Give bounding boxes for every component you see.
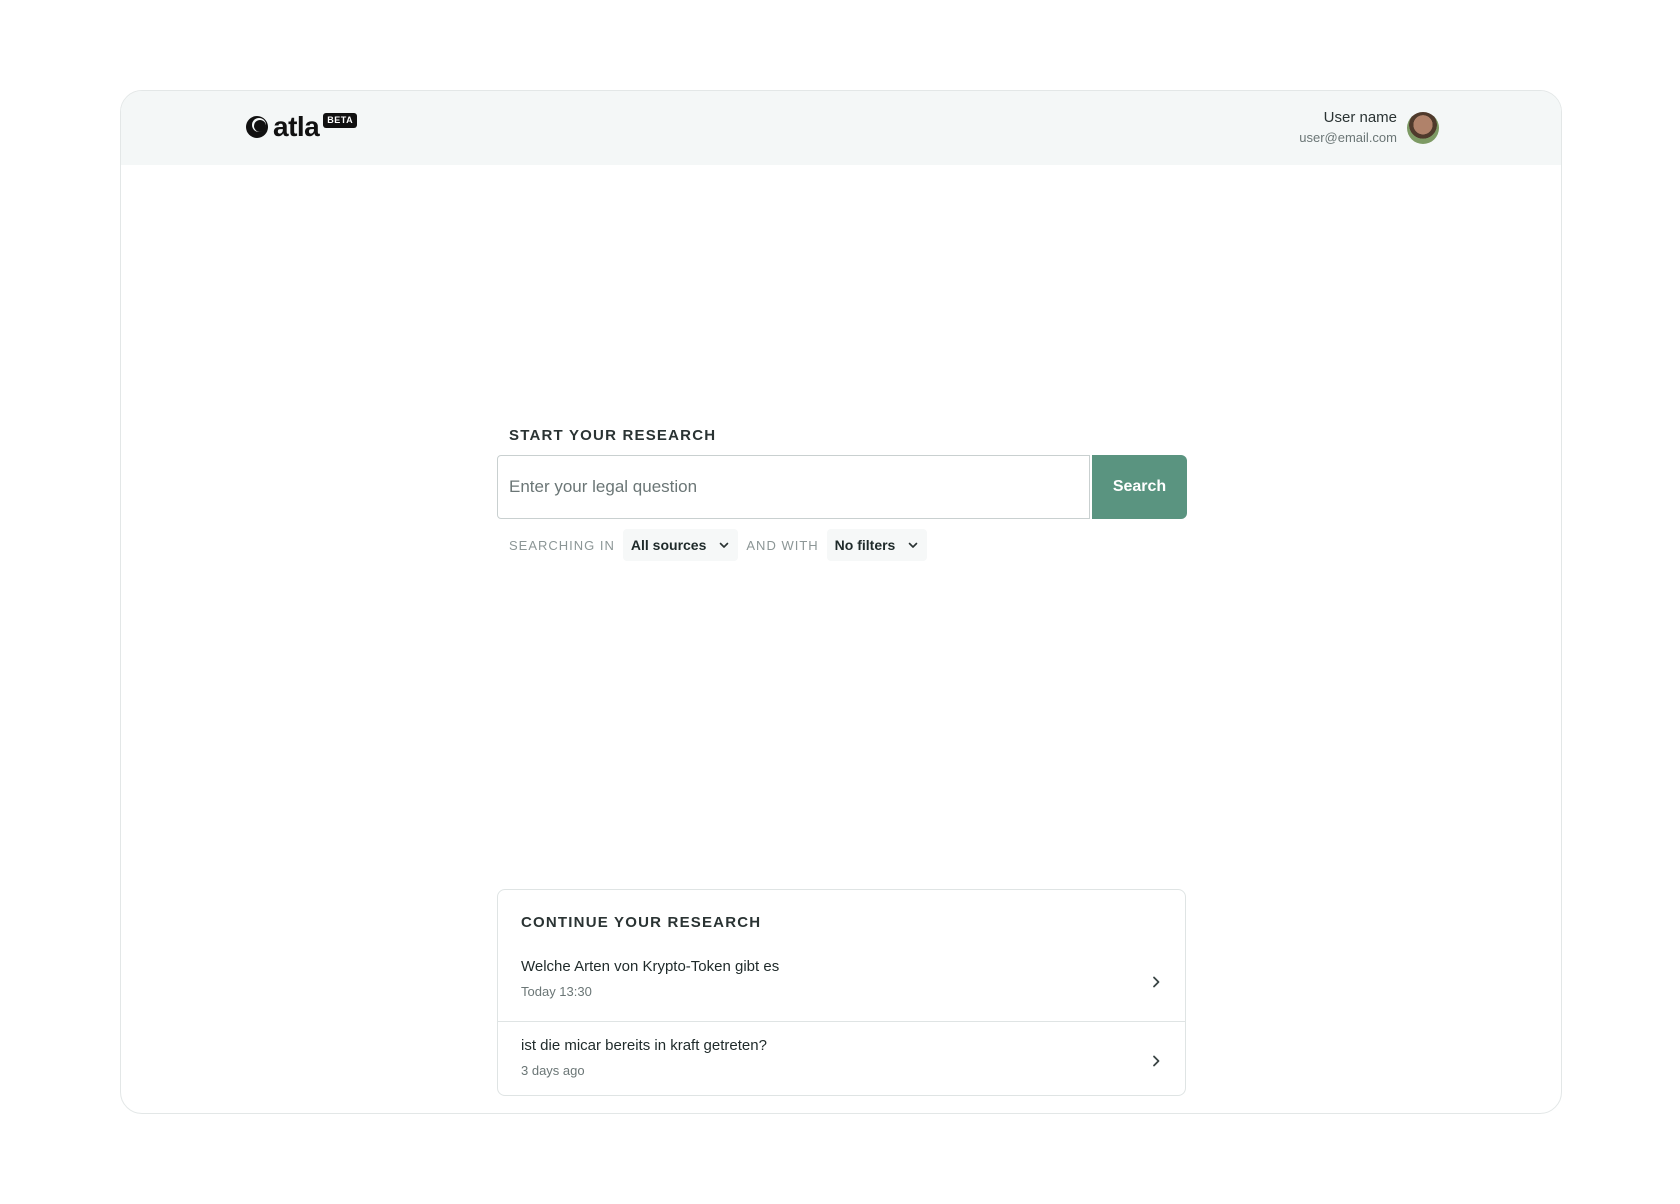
history-timestamp: 3 days ago: [521, 1063, 585, 1078]
and-with-label: AND WITH: [746, 537, 819, 553]
history-item[interactable]: ist die micar bereits in kraft getreten?…: [498, 1023, 1185, 1101]
logo-text: atla: [273, 111, 320, 142]
history-timestamp: Today 13:30: [521, 984, 592, 999]
beta-badge: BETA: [323, 112, 358, 128]
user-email: user@email.com: [1299, 130, 1397, 145]
start-research-heading: START YOUR RESEARCH: [509, 427, 717, 444]
history-question: Welche Arten von Krypto-Token gibt es: [521, 958, 780, 975]
sources-dropdown[interactable]: All sources: [622, 529, 739, 561]
app-window: atla BETA User name user@email.com START…: [120, 90, 1562, 1114]
user-info: User name user@email.com: [1299, 108, 1397, 147]
user-menu[interactable]: User name user@email.com: [1299, 108, 1439, 147]
user-name: User name: [1323, 109, 1397, 126]
history-question: ist die micar bereits in kraft getreten?: [521, 1037, 767, 1054]
chevron-right-icon: [1153, 976, 1160, 988]
search-filters: SEARCHING IN All sources AND WITH No fil…: [509, 529, 935, 561]
continue-research-card: CONTINUE YOUR RESEARCH Welche Arten von …: [497, 889, 1186, 1096]
chevron-down-icon: [909, 542, 918, 548]
search-button[interactable]: Search: [1092, 455, 1187, 519]
continue-research-heading: CONTINUE YOUR RESEARCH: [521, 914, 762, 931]
top-bar: atla BETA User name user@email.com: [121, 91, 1561, 165]
search-bar: Search: [497, 455, 1187, 519]
chevron-down-icon: [720, 542, 729, 548]
avatar[interactable]: [1407, 111, 1439, 144]
search-input[interactable]: [497, 455, 1090, 519]
logo-mark-icon: [246, 116, 268, 138]
atla-logo[interactable]: atla BETA: [245, 111, 358, 142]
sources-value: All sources: [630, 537, 707, 553]
filters-value: No filters: [834, 537, 896, 553]
searching-in-label: SEARCHING IN: [509, 537, 615, 553]
history-item[interactable]: Welche Arten von Krypto-Token gibt es To…: [498, 944, 1185, 1022]
filters-dropdown[interactable]: No filters: [826, 529, 928, 561]
chevron-right-icon: [1153, 1055, 1160, 1067]
